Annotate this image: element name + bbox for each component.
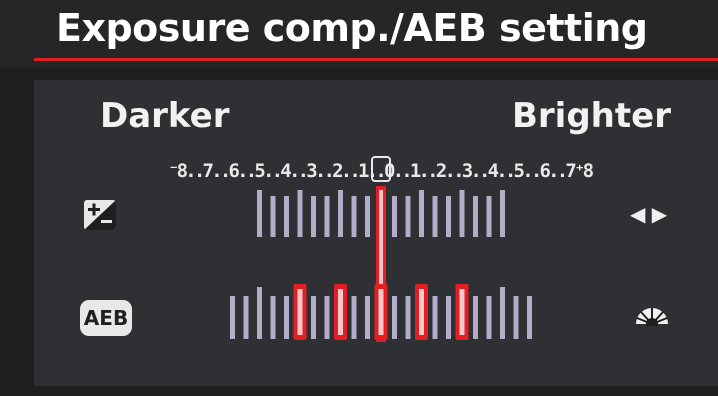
ev-tick xyxy=(446,196,451,237)
camera-screen: Exposure comp./AEB setting Darker Bright… xyxy=(0,0,718,396)
aeb-bracket-marker-core xyxy=(338,289,343,335)
aeb-tick xyxy=(365,296,370,339)
ev-tick xyxy=(338,190,343,237)
ev-tick xyxy=(297,190,303,237)
aeb-tick xyxy=(473,296,478,339)
aeb-tick xyxy=(513,296,519,339)
aeb-tick xyxy=(486,296,492,339)
aeb-tick xyxy=(270,296,276,339)
ev-tick xyxy=(257,190,262,237)
ev-tick xyxy=(459,190,465,237)
exposure-scales xyxy=(230,186,532,342)
aeb-bracket-marker-core xyxy=(459,289,465,335)
aeb-tick xyxy=(351,296,357,339)
aeb-tick xyxy=(500,287,505,339)
aeb-tick xyxy=(527,296,532,339)
aeb-tick xyxy=(392,296,397,339)
aeb-scale[interactable] xyxy=(230,284,532,340)
aeb-bracket-marker-core xyxy=(419,289,424,335)
aeb-tick xyxy=(432,296,438,339)
aeb-tick xyxy=(405,296,411,339)
ev-tick xyxy=(405,196,411,237)
ev-tick xyxy=(392,196,397,237)
aeb-tick xyxy=(257,287,262,339)
ev-tick xyxy=(419,190,424,237)
aeb-tick xyxy=(284,296,289,339)
aeb-tick xyxy=(324,296,330,339)
ev-tick xyxy=(324,196,330,237)
aeb-bracket-marker-core xyxy=(297,289,303,335)
aeb-tick xyxy=(311,296,316,339)
aeb-bracket-marker-core xyxy=(378,289,384,335)
ev-tick xyxy=(486,196,492,237)
aeb-tick xyxy=(230,296,235,339)
aeb-tick xyxy=(446,296,451,339)
ev-tick xyxy=(500,190,505,237)
ev-tick xyxy=(432,196,438,237)
ev-tick xyxy=(365,196,370,237)
ev-tick xyxy=(351,196,357,237)
ev-tick xyxy=(311,196,316,237)
ev-tick xyxy=(270,196,276,237)
aeb-tick xyxy=(243,296,249,339)
ev-tick xyxy=(284,196,289,237)
ev-tick xyxy=(473,196,478,237)
